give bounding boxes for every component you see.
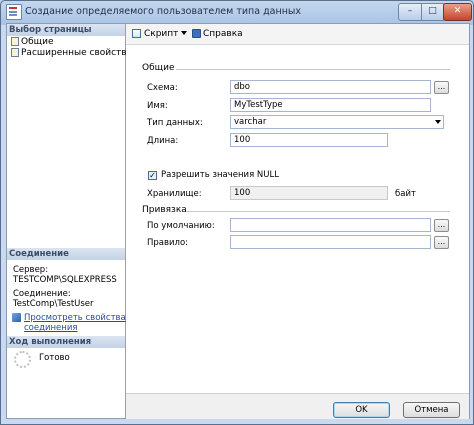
default-label: По умолчанию: xyxy=(147,221,215,231)
allow-null-label: Разрешить значения NULL xyxy=(161,170,279,180)
cancel-button[interactable]: Отмена xyxy=(403,402,460,418)
title-bar[interactable]: Создание определяемого пользователем тип… xyxy=(1,1,473,23)
length-label: Длина: xyxy=(147,136,179,146)
connection-value: TestComp\TestUser xyxy=(13,299,94,309)
progress-spinner-icon xyxy=(14,351,31,368)
datatype-label: Тип данных: xyxy=(147,118,203,128)
script-dropdown-arrow[interactable] xyxy=(181,28,187,40)
rule-label: Правило: xyxy=(147,238,189,248)
page-icon xyxy=(11,37,19,46)
group-divider xyxy=(176,69,450,70)
default-browse-button[interactable]: ... xyxy=(434,219,449,232)
connection-header: Соединение xyxy=(7,248,125,260)
left-pane: Выбор страницы Общие Расширенные свойств… xyxy=(7,24,132,418)
datatype-select[interactable]: varchar xyxy=(230,115,444,129)
schema-field[interactable]: dbo xyxy=(230,80,431,94)
name-field[interactable]: MyTestType xyxy=(230,98,431,112)
dialog-footer: OK Отмена xyxy=(126,393,469,419)
page-item-general[interactable]: Общие xyxy=(11,37,54,48)
app-icon xyxy=(6,4,22,20)
page-item-extended-properties[interactable]: Расширенные свойства xyxy=(11,48,132,59)
general-group-title: Общие xyxy=(142,63,175,73)
window-title: Создание определяемого пользователем тип… xyxy=(25,6,302,17)
name-label: Имя: xyxy=(147,101,168,111)
rule-browse-button[interactable]: ... xyxy=(434,236,449,249)
ok-button[interactable]: OK xyxy=(333,402,390,418)
default-field[interactable] xyxy=(230,218,431,232)
allow-null-checkbox[interactable]: ✓ xyxy=(148,171,157,180)
connection-properties-icon xyxy=(12,313,21,322)
length-field[interactable]: 100 xyxy=(230,133,388,147)
progress-status: Готово xyxy=(39,353,70,363)
chevron-down-icon xyxy=(435,120,441,124)
schema-browse-button[interactable]: ... xyxy=(434,81,449,94)
progress-header: Ход выполнения xyxy=(7,336,125,348)
storage-field: 100 xyxy=(230,186,388,200)
properties-panel: Общие Схема: dbo ... Имя: MyTestType Тип… xyxy=(126,45,469,393)
rule-field[interactable] xyxy=(230,235,431,249)
group-divider xyxy=(186,211,450,212)
schema-label: Схема: xyxy=(147,83,178,93)
close-button[interactable]: ✕ xyxy=(443,3,472,21)
minimize-button[interactable]: – xyxy=(398,3,422,21)
page-icon xyxy=(11,48,19,57)
help-icon xyxy=(192,29,201,38)
storage-unit: байт xyxy=(395,189,416,199)
maximize-button[interactable]: □ xyxy=(421,3,444,21)
pages-header: Выбор страницы xyxy=(7,24,125,36)
storage-label: Хранилище: xyxy=(147,189,202,199)
chevron-down-icon xyxy=(181,31,187,35)
binding-group-title: Привязка xyxy=(142,205,187,215)
script-icon xyxy=(132,29,141,38)
script-button[interactable]: Скрипт xyxy=(132,28,178,40)
help-button[interactable]: Справка xyxy=(192,28,243,40)
dialog-window: Создание определяемого пользователем тип… xyxy=(0,0,474,425)
dialog-client: Выбор страницы Общие Расширенные свойств… xyxy=(6,23,470,419)
view-connection-properties-link-line2[interactable]: соединения xyxy=(24,323,78,334)
server-value: TESTCOMP\SQLEXPRESS xyxy=(13,275,117,285)
toolbar: Скрипт Справка xyxy=(126,24,469,45)
